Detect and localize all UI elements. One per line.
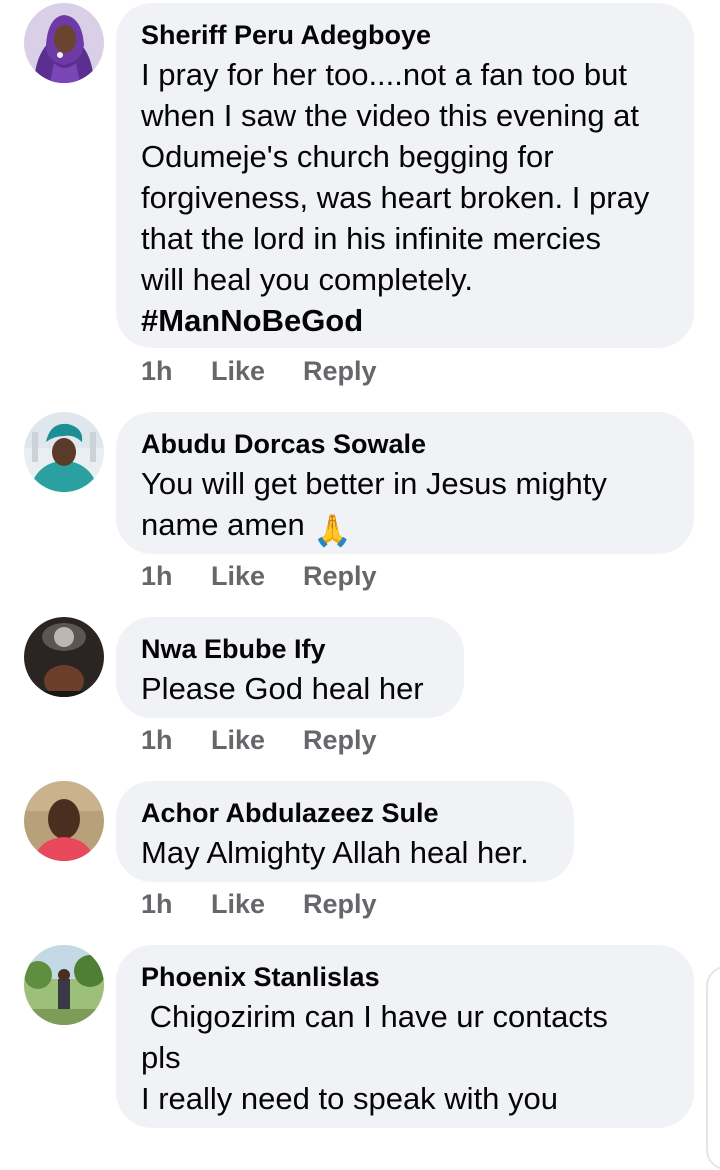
like-button[interactable]: Like (211, 355, 303, 387)
comment-text-line: May Almighty Allah heal her. (141, 835, 529, 870)
comment-bubble: Phoenix Stanlislas Chigozirim can I have… (116, 945, 694, 1128)
comment-text: Chigozirim can I have ur contacts pls I … (141, 996, 668, 1119)
folded-hands-icon: 🙏 (313, 513, 352, 548)
comment-text-line: pls (141, 1040, 181, 1075)
profile-photo-icon (24, 945, 104, 1025)
comment-text-line: Odumeje's church begging for (141, 139, 554, 174)
reply-button[interactable]: Reply (303, 724, 377, 756)
avatar[interactable] (24, 945, 104, 1025)
comment-text-line: Chigozirim can I have ur contacts (141, 999, 608, 1034)
comment-actions: 1h Like Reply (141, 724, 377, 756)
comment-bubble: Nwa Ebube Ify Please God heal her (116, 617, 464, 718)
comment-text: I pray for her too....not a fan too but … (141, 54, 668, 341)
comment-text-line: I pray for her too....not a fan too but (141, 57, 627, 92)
author-name[interactable]: Phoenix Stanlislas (141, 958, 668, 996)
comment-text: May Almighty Allah heal her. (141, 832, 548, 873)
timestamp[interactable]: 1h (141, 724, 211, 756)
comment-text-line: name amen 🙏 (141, 504, 668, 551)
avatar[interactable] (24, 412, 104, 492)
comment-text-line: that the lord in his infinite mercies (141, 221, 602, 256)
floating-panel-edge (706, 966, 720, 1170)
comment-text-line: will heal you completely. (141, 262, 473, 297)
comment-bubble: Achor Abdulazeez Sule May Almighty Allah… (116, 781, 574, 882)
reply-button[interactable]: Reply (303, 560, 377, 592)
profile-photo-icon (24, 3, 104, 83)
comment-text-line: You will get better in Jesus mighty (141, 466, 607, 501)
comment-text-line: Please God heal her (141, 671, 424, 706)
like-button[interactable]: Like (211, 560, 303, 592)
comment-actions: 1h Like Reply (141, 560, 377, 592)
timestamp[interactable]: 1h (141, 560, 211, 592)
hashtag-link[interactable]: #ManNoBeGod (141, 300, 668, 341)
comment-actions: 1h Like Reply (141, 355, 377, 387)
comment-text-line: I really need to speak with you (141, 1081, 559, 1116)
reply-button[interactable]: Reply (303, 355, 377, 387)
avatar[interactable] (24, 781, 104, 861)
comment-text-line: forgiveness, was heart broken. I pray (141, 180, 650, 215)
author-name[interactable]: Abudu Dorcas Sowale (141, 425, 668, 463)
comment-bubble: Sheriff Peru Adegboye I pray for her too… (116, 3, 694, 348)
author-name[interactable]: Achor Abdulazeez Sule (141, 794, 548, 832)
avatar[interactable] (24, 3, 104, 83)
comment-text-fragment: name amen (141, 507, 305, 542)
timestamp[interactable]: 1h (141, 888, 211, 920)
author-name[interactable]: Nwa Ebube Ify (141, 630, 438, 668)
profile-photo-icon (24, 781, 104, 861)
reply-button[interactable]: Reply (303, 888, 377, 920)
timestamp[interactable]: 1h (141, 355, 211, 387)
author-name[interactable]: Sheriff Peru Adegboye (141, 16, 668, 54)
comment-bubble: Abudu Dorcas Sowale You will get better … (116, 412, 694, 554)
avatar[interactable] (24, 617, 104, 697)
comment-text: Please God heal her (141, 668, 438, 709)
like-button[interactable]: Like (211, 888, 303, 920)
like-button[interactable]: Like (211, 724, 303, 756)
comment-actions: 1h Like Reply (141, 888, 377, 920)
profile-photo-icon (24, 617, 104, 697)
comment-text: You will get better in Jesus mighty name… (141, 463, 668, 551)
profile-photo-icon (24, 412, 104, 492)
comment-text-line: when I saw the video this evening at (141, 98, 640, 133)
